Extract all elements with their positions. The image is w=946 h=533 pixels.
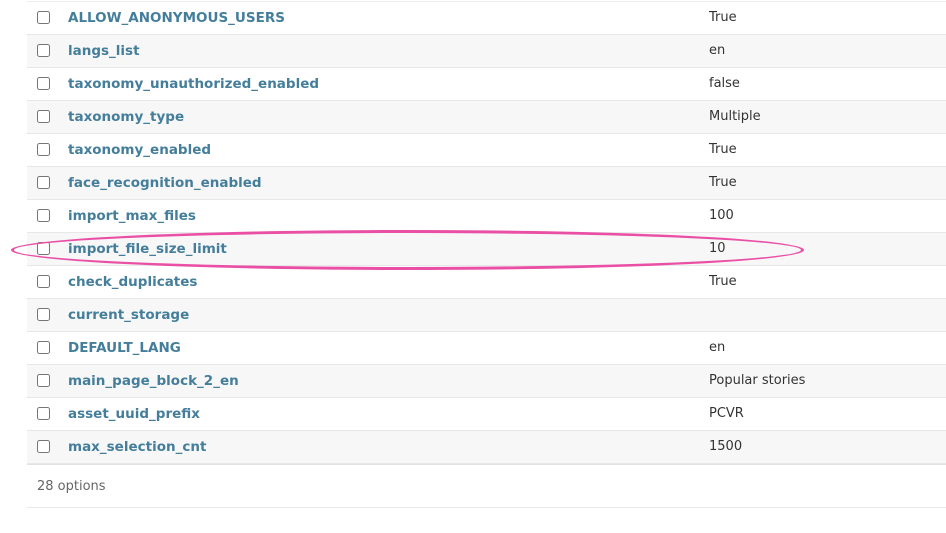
- table-row: current_storage: [27, 299, 946, 332]
- option-value: en: [709, 340, 726, 355]
- table-row: face_recognition_enabled True: [27, 167, 946, 200]
- option-value: True: [709, 142, 737, 157]
- footer-divider: [27, 507, 946, 508]
- option-key-link[interactable]: current_storage: [68, 299, 189, 331]
- option-value: Popular stories: [709, 373, 806, 388]
- table-row: main_page_block_2_en Popular stories: [27, 365, 946, 398]
- row-select-checkbox[interactable]: [37, 341, 50, 354]
- option-value: Multiple: [709, 109, 761, 124]
- table-row: import_max_files 100: [27, 200, 946, 233]
- option-value: en: [709, 43, 726, 58]
- option-key-link[interactable]: ALLOW_ANONYMOUS_USERS: [68, 2, 285, 34]
- table-row: taxonomy_unauthorized_enabled false: [27, 68, 946, 101]
- table-row: taxonomy_enabled True: [27, 134, 946, 167]
- table-row: max_selection_cnt 1500: [27, 431, 946, 464]
- option-key-link[interactable]: taxonomy_type: [68, 101, 184, 133]
- row-select-checkbox[interactable]: [37, 44, 50, 57]
- table-row: DEFAULT_LANG en: [27, 332, 946, 365]
- options-table: ALLOW_ANONYMOUS_USERS True langs_list en…: [27, 1, 946, 465]
- option-value: 100: [709, 208, 734, 223]
- row-select-checkbox[interactable]: [37, 440, 50, 453]
- option-value: True: [709, 274, 737, 289]
- row-select-checkbox[interactable]: [37, 143, 50, 156]
- table-row: asset_uuid_prefix PCVR: [27, 398, 946, 431]
- row-select-checkbox[interactable]: [37, 308, 50, 321]
- table-row: import_file_size_limit 10: [27, 233, 946, 266]
- option-value: false: [709, 76, 740, 91]
- table-row: taxonomy_type Multiple: [27, 101, 946, 134]
- option-key-link[interactable]: taxonomy_enabled: [68, 134, 211, 166]
- row-select-checkbox[interactable]: [37, 11, 50, 24]
- table-row: check_duplicates True: [27, 266, 946, 299]
- row-select-checkbox[interactable]: [37, 275, 50, 288]
- row-select-checkbox[interactable]: [37, 407, 50, 420]
- row-select-checkbox[interactable]: [37, 110, 50, 123]
- row-select-checkbox[interactable]: [37, 374, 50, 387]
- option-key-link[interactable]: max_selection_cnt: [68, 431, 206, 463]
- option-key-link[interactable]: check_duplicates: [68, 266, 197, 298]
- result-count: 28 options: [37, 479, 106, 494]
- row-select-checkbox[interactable]: [37, 77, 50, 90]
- option-key-link[interactable]: main_page_block_2_en: [68, 365, 239, 397]
- option-value: True: [709, 10, 737, 25]
- option-key-link[interactable]: langs_list: [68, 35, 140, 67]
- table-row: langs_list en: [27, 35, 946, 68]
- option-key-link[interactable]: asset_uuid_prefix: [68, 398, 200, 430]
- admin-options-page: ALLOW_ANONYMOUS_USERS True langs_list en…: [0, 0, 946, 533]
- option-key-link[interactable]: DEFAULT_LANG: [68, 332, 181, 364]
- row-select-checkbox[interactable]: [37, 242, 50, 255]
- row-select-checkbox[interactable]: [37, 176, 50, 189]
- option-value: True: [709, 175, 737, 190]
- option-key-link[interactable]: taxonomy_unauthorized_enabled: [68, 68, 319, 100]
- option-value: PCVR: [709, 406, 744, 421]
- table-row: ALLOW_ANONYMOUS_USERS True: [27, 2, 946, 35]
- option-key-link[interactable]: face_recognition_enabled: [68, 167, 262, 199]
- option-value: 10: [709, 241, 726, 256]
- row-select-checkbox[interactable]: [37, 209, 50, 222]
- option-value: 1500: [709, 439, 743, 454]
- option-key-link[interactable]: import_file_size_limit: [68, 233, 227, 265]
- option-key-link[interactable]: import_max_files: [68, 200, 196, 232]
